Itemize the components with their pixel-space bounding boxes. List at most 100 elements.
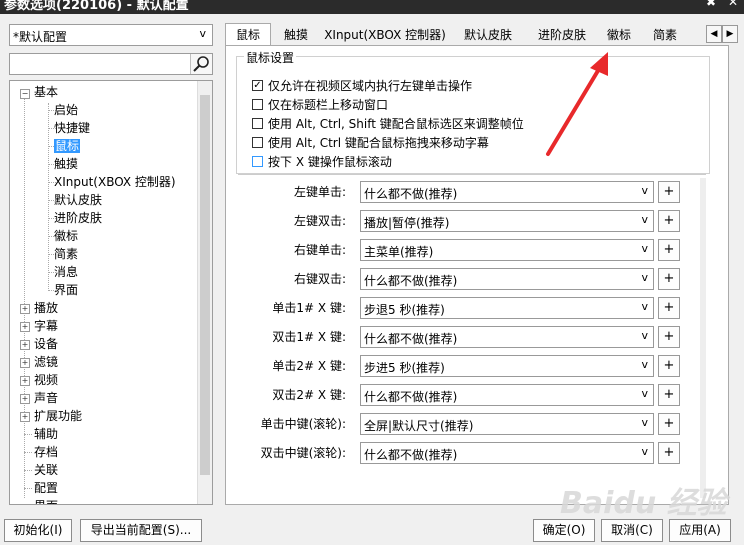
expand-icon[interactable]: + [20,304,30,314]
tree-item-basic[interactable]: 基本 [34,83,58,101]
tab-xinput[interactable]: XInput(XBOX 控制器) [321,24,449,46]
close-icon[interactable]: ✕ [728,0,738,9]
binding-dropdown[interactable]: 什么都不做(推荐) v [360,268,654,290]
expand-icon[interactable]: + [20,358,30,368]
option-label: 仅在标题栏上移动窗口 [268,98,389,112]
add-button[interactable]: + [658,297,680,319]
title-bar: 参数选项(220106) - 默认配置 ✖ ✕ [0,0,744,14]
add-button[interactable]: + [658,442,680,464]
add-button[interactable]: + [658,326,680,348]
expand-icon[interactable]: + [20,394,30,404]
add-button[interactable]: + [658,181,680,203]
dropdown-value: 什么都不做(推荐) [364,187,458,201]
tree-item-association[interactable]: 关联 [34,461,58,479]
dropdown-value: 什么都不做(推荐) [364,448,458,462]
add-button[interactable]: + [658,384,680,406]
mouse-settings-group: 鼠标设置 ✓ 仅允许在视频区域内执行左键单击操作 仅在标题栏上移动窗口 使用 A… [236,49,710,174]
dropdown-value: 主菜单(推荐) [364,245,434,259]
search-input[interactable] [12,56,186,73]
checkbox[interactable] [252,137,263,148]
pin-icon[interactable]: ✖ [706,0,716,9]
tab-mouse[interactable]: 鼠标 [225,23,271,46]
option-label: 使用 Alt, Ctrl 键配合鼠标拖拽来移动字幕 [268,136,489,150]
tree-item-interface[interactable]: 界面 [34,497,58,504]
profile-combo[interactable]: *默认配置 v [9,24,213,46]
mouse-settings-panel: 鼠标设置 ✓ 仅允许在视频区域内执行左键单击操作 仅在标题栏上移动窗口 使用 A… [225,45,729,505]
dropdown-value: 播放|暂停(推荐) [364,216,450,230]
export-config-button[interactable]: 导出当前配置(S)... [80,519,202,542]
tab-strip: 鼠标 触摸 XInput(XBOX 控制器) 默认皮肤 进阶皮肤 徽标 简素 [225,23,705,46]
tree-item-startup[interactable]: 启始 [54,101,78,119]
tab-advanced-skin[interactable]: 进阶皮肤 [527,24,597,46]
binding-label: 双击1# X 键: [272,330,346,344]
tree-item-hotkeys[interactable]: 快捷键 [54,119,90,137]
binding-dropdown[interactable]: 步退5 秒(推荐) v [360,297,654,319]
checkbox[interactable] [252,156,263,167]
chevron-down-icon: v [641,358,648,371]
tab-default-skin[interactable]: 默认皮肤 [453,24,523,46]
tree-item-playback[interactable]: 播放 [34,299,58,317]
collapse-icon[interactable]: − [20,89,30,99]
search-box[interactable] [9,53,213,75]
tree-item-extensions[interactable]: 扩展功能 [34,407,82,425]
binding-label: 右键单击: [293,243,346,257]
search-button[interactable] [190,54,212,74]
init-button[interactable]: 初始化(I) [4,519,72,542]
binding-dropdown[interactable]: 什么都不做(推荐) v [360,384,654,406]
tree-item-xinput[interactable]: XInput(XBOX 控制器) [54,173,176,191]
add-button[interactable]: + [658,239,680,261]
tree-item-mouse[interactable]: 鼠标 [54,137,81,155]
add-button[interactable]: + [658,268,680,290]
tree-item-advanced-skin[interactable]: 进阶皮肤 [54,209,102,227]
binding-dropdown[interactable]: 步进5 秒(推荐) v [360,355,654,377]
add-button[interactable]: + [658,210,680,232]
expand-icon[interactable]: + [20,340,30,350]
bindings-scrollbar[interactable] [700,178,706,498]
tab-simple[interactable]: 简素 [641,24,689,46]
binding-dropdown[interactable]: 播放|暂停(推荐) v [360,210,654,232]
dropdown-value: 什么都不做(推荐) [364,332,458,346]
tree-item-assist[interactable]: 辅助 [34,425,58,443]
checkbox[interactable] [252,118,263,129]
tree-item-archive[interactable]: 存档 [34,443,58,461]
binding-label: 左键双击: [293,214,346,228]
dropdown-value: 什么都不做(推荐) [364,274,458,288]
tree-item-default-skin[interactable]: 默认皮肤 [54,191,102,209]
add-button[interactable]: + [658,413,680,435]
binding-dropdown[interactable]: 什么都不做(推荐) v [360,181,654,203]
checkbox[interactable] [252,99,263,110]
tree-item-logo[interactable]: 徽标 [54,227,78,245]
tree-item-config[interactable]: 配置 [34,479,58,497]
tab-logo[interactable]: 徽标 [601,24,637,46]
tree-item-video[interactable]: 视频 [34,371,58,389]
binding-label: 单击1# X 键: [272,301,346,315]
tree-item-audio[interactable]: 声音 [34,389,58,407]
expand-icon[interactable]: + [20,376,30,386]
binding-label: 双击中键(滚轮): [260,446,346,460]
checkbox-checked[interactable]: ✓ [252,80,263,91]
tree-item-message[interactable]: 消息 [54,263,78,281]
apply-button[interactable]: 应用(A) [669,519,731,542]
tree-item-subtitles[interactable]: 字幕 [34,317,58,335]
expand-icon[interactable]: + [20,412,30,422]
tree-item-devices[interactable]: 设备 [34,335,58,353]
tree-item-filters[interactable]: 滤镜 [34,353,58,371]
tree-item-touch[interactable]: 触摸 [54,155,78,173]
tab-touch[interactable]: 触摸 [275,24,317,46]
tree-item-interface-sub[interactable]: 界面 [54,281,78,299]
settings-tree[interactable]: − 基本 启始 快捷键 鼠标 触摸 XInput(XBOX 控制器) 默认皮肤 … [9,80,213,505]
binding-dropdown[interactable]: 主菜单(推荐) v [360,239,654,261]
divider [238,174,706,175]
scrollbar-thumb[interactable] [200,95,210,475]
tree-scrollbar[interactable] [197,81,212,504]
binding-dropdown[interactable]: 什么都不做(推荐) v [360,442,654,464]
tab-scroll-left-icon[interactable]: ◀ [706,25,722,43]
cancel-button[interactable]: 取消(C) [601,519,663,542]
tree-item-simple[interactable]: 简素 [54,245,78,263]
binding-dropdown[interactable]: 全屏|默认尺寸(推荐) v [360,413,654,435]
add-button[interactable]: + [658,355,680,377]
expand-icon[interactable]: + [20,322,30,332]
binding-dropdown[interactable]: 什么都不做(推荐) v [360,326,654,348]
tab-scroll-right-icon[interactable]: ▶ [722,25,738,43]
ok-button[interactable]: 确定(O) [533,519,595,542]
